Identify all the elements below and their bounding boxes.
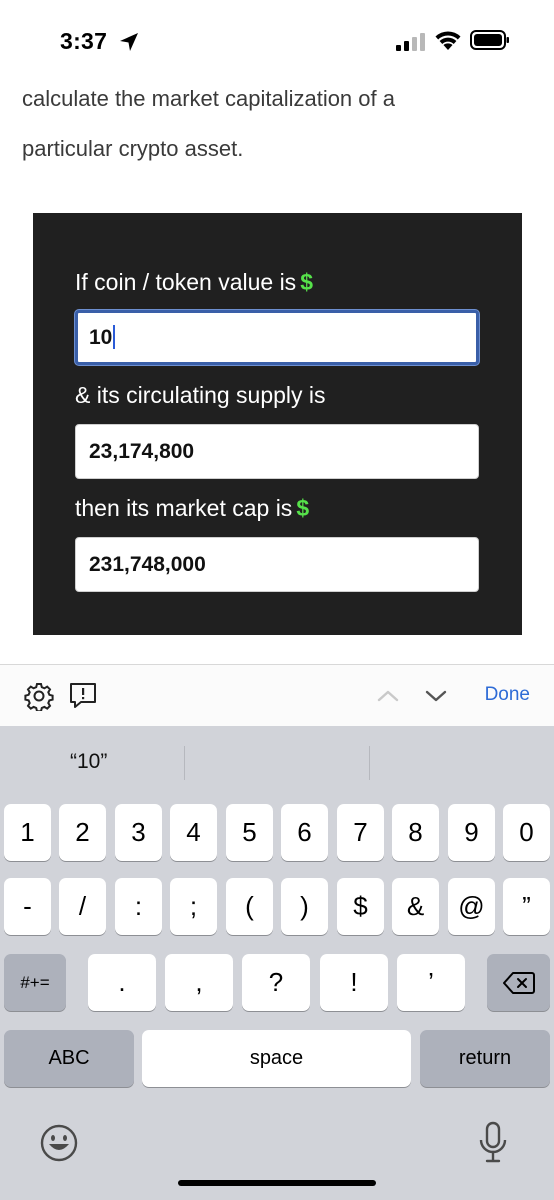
market-cap-output[interactable]: 231,748,000: [75, 537, 479, 592]
key-2[interactable]: 2: [59, 804, 106, 861]
key-hyphen[interactable]: -: [4, 878, 51, 935]
circulating-supply-input[interactable]: 23,174,800: [75, 424, 479, 479]
coin-value-text: 10: [89, 326, 113, 349]
key-colon[interactable]: :: [115, 878, 162, 935]
text-caret: [113, 324, 116, 349]
coin-value-label-text: If coin / token value is: [75, 269, 297, 295]
abc-key[interactable]: ABC: [4, 1030, 134, 1087]
article-text: calculate the market capitalization of a…: [22, 74, 542, 174]
coin-value-input[interactable]: 10: [75, 310, 479, 365]
key-0[interactable]: 0: [503, 804, 550, 861]
key-8[interactable]: 8: [392, 804, 439, 861]
key-slash[interactable]: /: [59, 878, 106, 935]
supply-label: & its circulating supply is: [75, 382, 326, 408]
dollar-sign: $: [296, 495, 310, 521]
coin-value-label: If coin / token value is $: [75, 269, 313, 296]
article-line: particular crypto asset.: [22, 136, 244, 161]
market-cap-label-text: then its market cap is: [75, 495, 293, 521]
key-1[interactable]: 1: [4, 804, 51, 861]
key-7[interactable]: 7: [337, 804, 384, 861]
space-key[interactable]: space: [142, 1030, 411, 1087]
key-question[interactable]: ?: [242, 954, 310, 1011]
keyboard: “10” 1 2 3 4 5 6 7 8 9 0 - / : ; ( ) $ &…: [0, 726, 554, 1200]
suggestion-divider: [184, 746, 185, 780]
key-quote[interactable]: ”: [503, 878, 550, 935]
feedback-icon[interactable]: [68, 681, 98, 711]
key-apostrophe[interactable]: ’: [397, 954, 465, 1011]
chevron-up-icon[interactable]: [373, 681, 403, 711]
market-cap-calculator: If coin / token value is $ 10 & its circu…: [33, 213, 522, 635]
status-bar: 3:37: [0, 0, 554, 66]
key-open-paren[interactable]: (: [226, 878, 273, 935]
wifi-icon: [435, 31, 461, 50]
suggestion-divider: [369, 746, 370, 780]
key-comma[interactable]: ,: [165, 954, 233, 1011]
gear-icon[interactable]: [24, 681, 54, 711]
key-9[interactable]: 9: [448, 804, 495, 861]
supply-value-text: 23,174,800: [89, 440, 195, 463]
key-close-paren[interactable]: ): [281, 878, 328, 935]
key-ampersand[interactable]: &: [392, 878, 439, 935]
backspace-icon: [502, 971, 535, 994]
status-time: 3:37: [60, 28, 108, 54]
key-4[interactable]: 4: [170, 804, 217, 861]
key-at[interactable]: @: [448, 878, 495, 935]
key-more-symbols[interactable]: #+=: [4, 954, 66, 1011]
key-exclamation[interactable]: !: [320, 954, 388, 1011]
key-5[interactable]: 5: [226, 804, 273, 861]
key-semicolon[interactable]: ;: [170, 878, 217, 935]
market-cap-label: then its market cap is $: [75, 495, 309, 522]
key-6[interactable]: 6: [281, 804, 328, 861]
chevron-down-icon[interactable]: [421, 681, 451, 711]
emoji-icon[interactable]: [39, 1123, 79, 1163]
key-dollar[interactable]: $: [337, 878, 384, 935]
article-line: calculate the market capitalization of a: [22, 86, 395, 111]
dollar-sign: $: [300, 269, 313, 295]
home-indicator: [178, 1180, 376, 1186]
keyboard-accessory-bar: Done: [0, 664, 554, 726]
backspace-key[interactable]: [487, 954, 550, 1011]
microphone-icon[interactable]: [478, 1121, 508, 1165]
key-period[interactable]: .: [88, 954, 156, 1011]
suggestion-item[interactable]: “10”: [70, 750, 107, 774]
location-arrow-icon: [120, 33, 138, 51]
done-button[interactable]: Done: [485, 684, 530, 706]
battery-icon: [470, 30, 509, 50]
cellular-signal-icon: [396, 33, 425, 51]
market-cap-value-text: 231,748,000: [89, 553, 206, 576]
suggestion-bar: “10”: [0, 726, 554, 798]
return-key[interactable]: return: [420, 1030, 550, 1087]
key-3[interactable]: 3: [115, 804, 162, 861]
